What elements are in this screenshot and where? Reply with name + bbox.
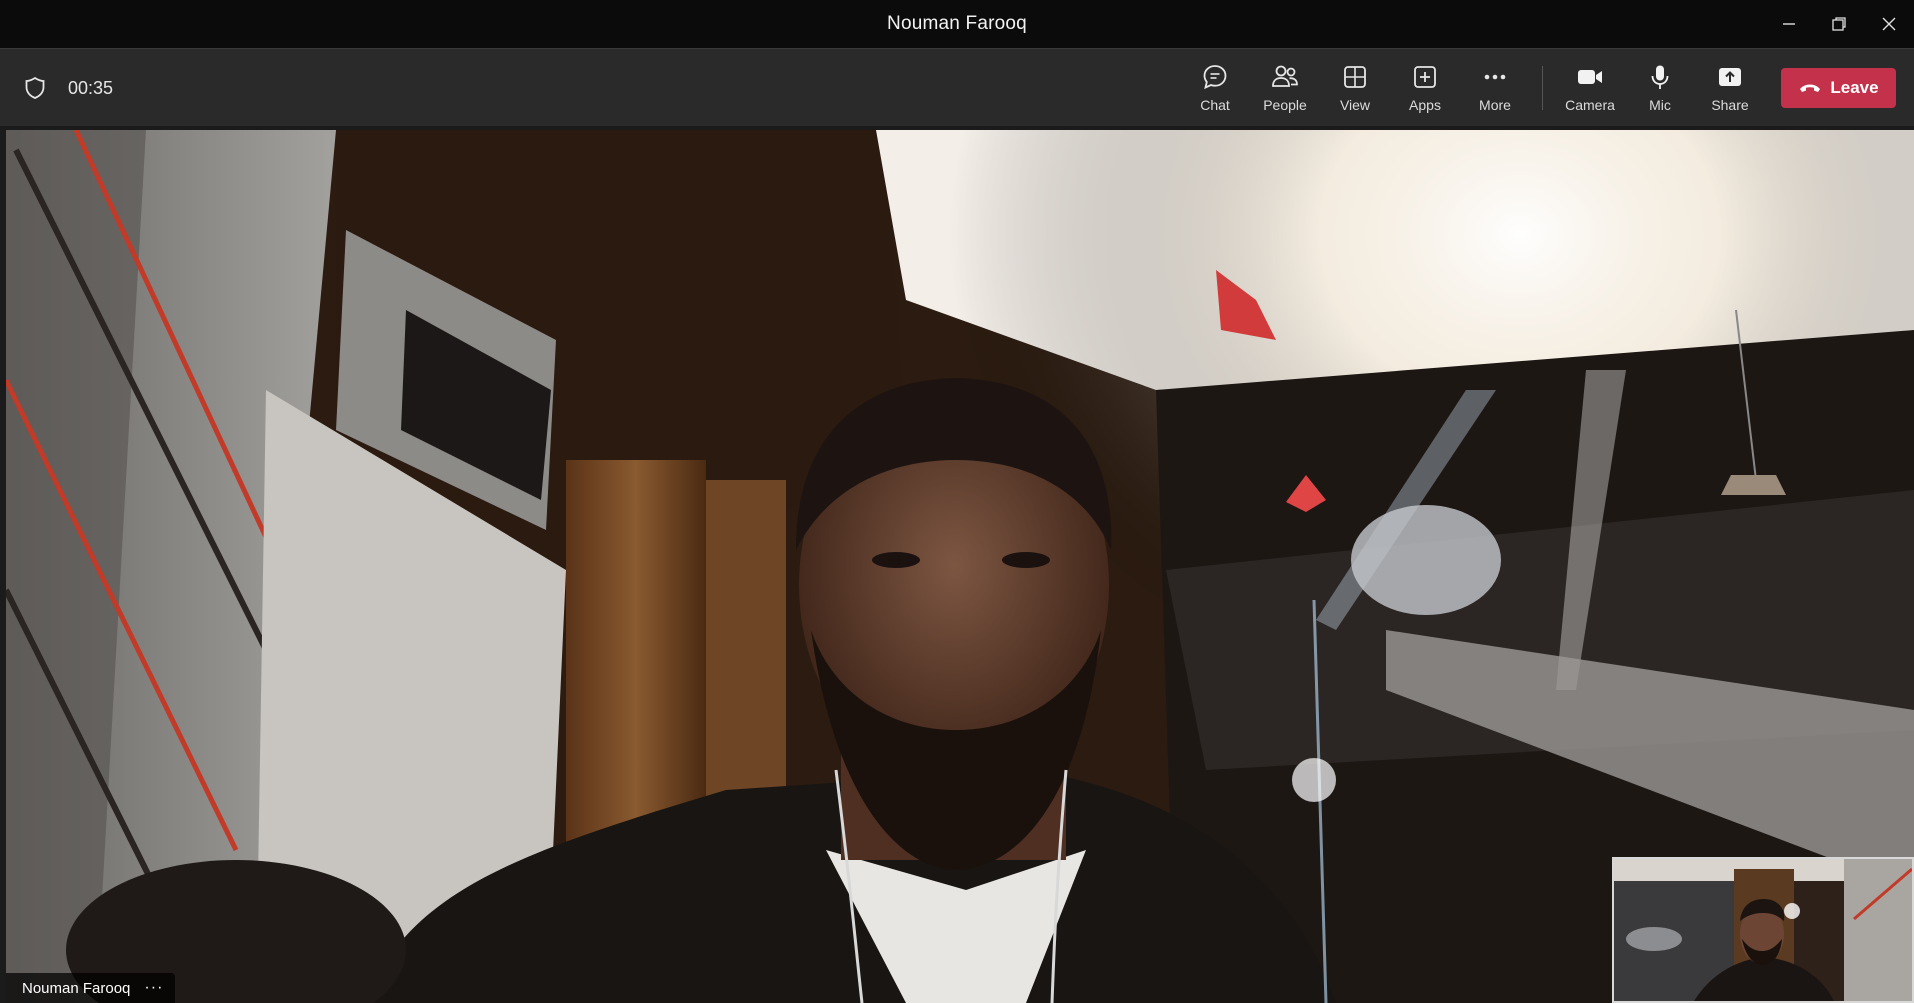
participant-name-tag[interactable]: Nouman Farooq ···: [6, 973, 176, 1003]
leave-button[interactable]: Leave: [1781, 68, 1896, 108]
close-button[interactable]: [1864, 0, 1914, 48]
self-view-feed: [1614, 859, 1912, 1001]
apps-button[interactable]: Apps: [1390, 54, 1460, 122]
view-grid-icon: [1344, 66, 1366, 88]
title-bar: Nouman Farooq: [0, 0, 1914, 48]
participant-options-icon[interactable]: ···: [144, 979, 163, 997]
people-button[interactable]: People: [1250, 54, 1320, 122]
camera-label: Camera: [1565, 97, 1615, 113]
shield-icon[interactable]: [24, 76, 46, 100]
view-button[interactable]: View: [1320, 54, 1390, 122]
toolbar-divider: [1542, 66, 1543, 110]
mic-icon: [1651, 65, 1669, 89]
self-view-video[interactable]: [1612, 857, 1914, 1003]
chat-icon: [1203, 65, 1227, 90]
minimize-icon: [1783, 23, 1795, 25]
people-icon: [1272, 65, 1298, 87]
share-icon: [1719, 68, 1741, 86]
restore-button[interactable]: [1814, 0, 1864, 48]
camera-button[interactable]: Camera: [1555, 54, 1625, 122]
leave-label: Leave: [1830, 78, 1879, 97]
window-controls: [1764, 0, 1914, 48]
apps-label: Apps: [1409, 97, 1441, 113]
toolbar-actions: Chat People View Apps More Camera Mic Sh…: [1180, 49, 1896, 127]
restore-icon: [1832, 17, 1846, 31]
share-button[interactable]: Share: [1695, 54, 1765, 122]
view-label: View: [1339, 97, 1371, 113]
mic-label: Mic: [1649, 97, 1671, 113]
apps-plus-icon: [1414, 66, 1436, 88]
hang-up-icon: [1800, 84, 1821, 92]
meeting-toolbar: 00:35 Chat People View Apps More Camera: [0, 48, 1914, 126]
chat-label: Chat: [1200, 97, 1230, 113]
window-title: Nouman Farooq: [887, 13, 1027, 34]
chat-button[interactable]: Chat: [1180, 54, 1250, 122]
camera-icon: [1578, 70, 1602, 84]
mic-button[interactable]: Mic: [1625, 54, 1695, 122]
people-label: People: [1263, 97, 1307, 113]
close-icon: [1882, 17, 1896, 31]
meeting-info: 00:35: [24, 49, 113, 127]
more-dots-icon: [1484, 74, 1506, 80]
call-timer: 00:35: [68, 77, 114, 98]
minimize-button[interactable]: [1764, 0, 1814, 48]
participant-name: Nouman Farooq: [22, 979, 131, 997]
more-label: More: [1479, 97, 1511, 113]
share-label: Share: [1711, 97, 1749, 113]
more-button[interactable]: More: [1460, 54, 1530, 122]
